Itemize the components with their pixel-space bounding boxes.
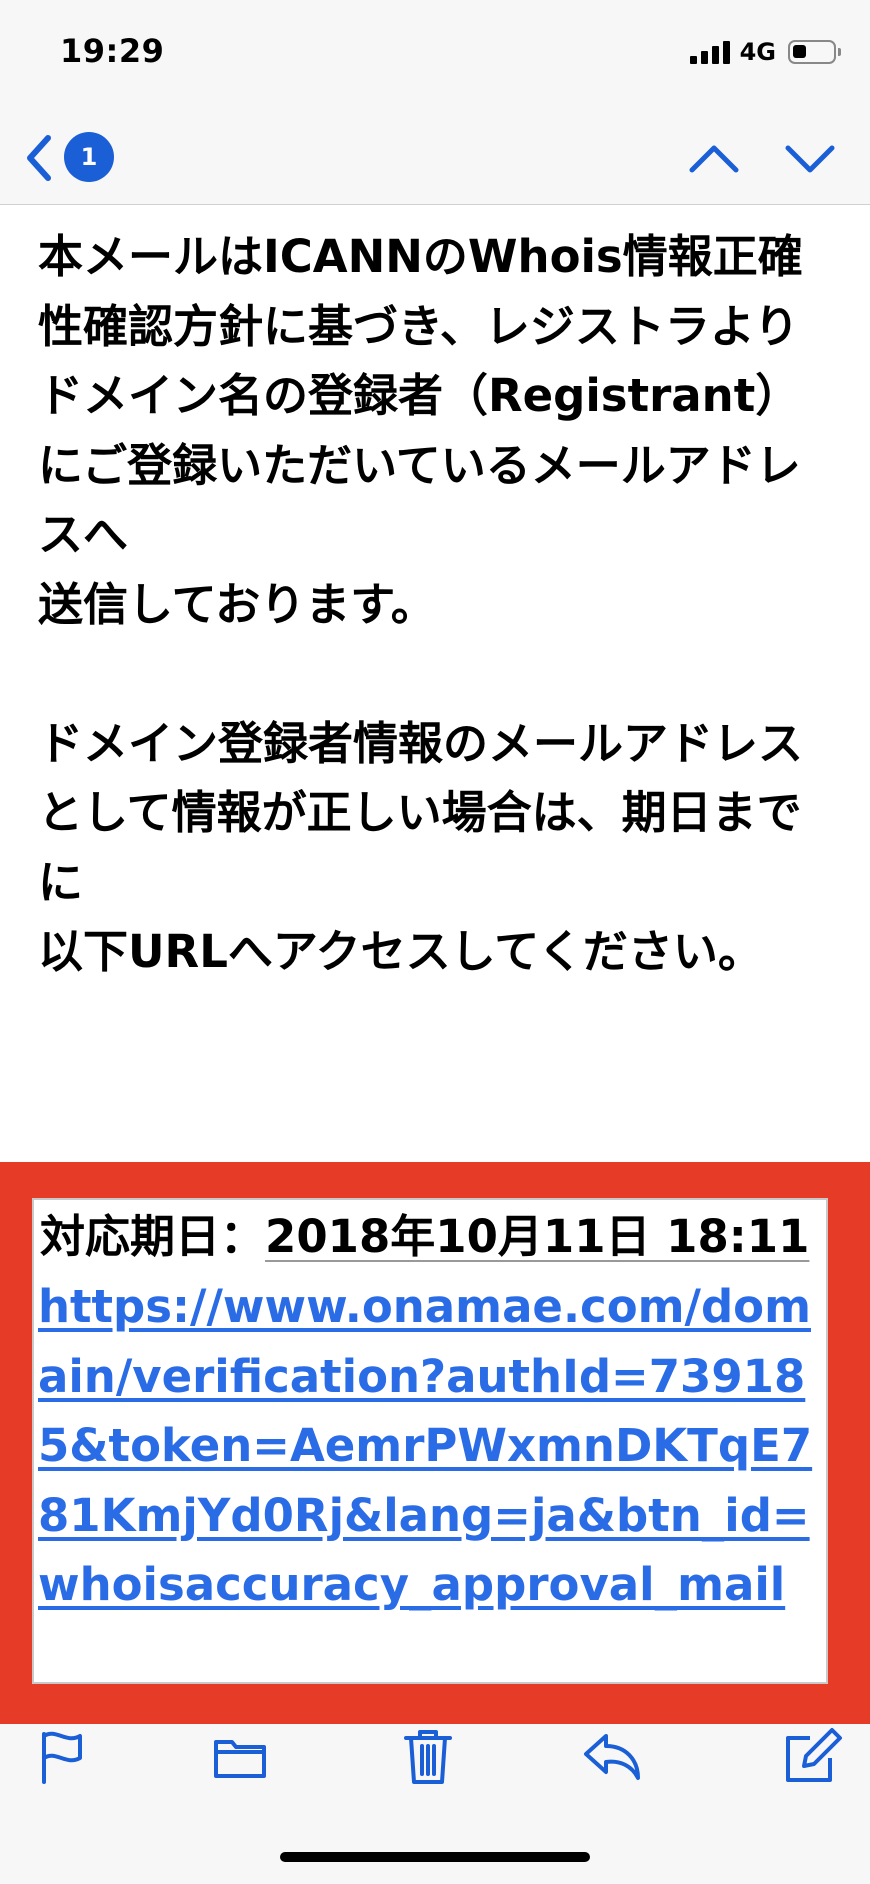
compose-icon[interactable] [780,1724,844,1788]
verification-block: 対応期日：2018年10月11日 18:11 https://www.onama… [32,1198,828,1684]
verification-link[interactable]: https://www.onamae.com/domain/verificati… [38,1272,828,1620]
chevron-down-icon[interactable] [782,138,838,178]
email-body: 本メールはICANNのWhois情報正確性確認方針に基づき、レジストラより ドメ… [38,230,804,978]
deadline-label: 対応期日： [40,1210,266,1263]
signal-icon [689,40,730,64]
chevron-up-icon[interactable] [686,138,742,178]
chevron-left-icon[interactable] [18,128,58,188]
reply-icon[interactable] [580,1724,644,1788]
home-indicator [280,1852,590,1862]
battery-icon [788,40,841,64]
folder-icon[interactable] [208,1724,272,1788]
deadline-line: 対応期日：2018年10月11日 18:11 [40,1204,820,1270]
status-time: 19:29 [60,32,165,70]
mail-nav-bar: 1 [0,110,870,205]
unread-count-badge[interactable]: 1 [64,132,114,182]
trash-icon[interactable] [396,1724,460,1788]
deadline-value: 2018年10月11日 18:11 [265,1210,810,1263]
flag-icon[interactable] [30,1724,94,1788]
status-indicators: 4G [689,38,841,66]
status-bar: 19:29 4G [0,0,870,110]
highlight-frame: 対応期日：2018年10月11日 18:11 https://www.onama… [0,1162,870,1724]
network-type: 4G [739,38,776,66]
